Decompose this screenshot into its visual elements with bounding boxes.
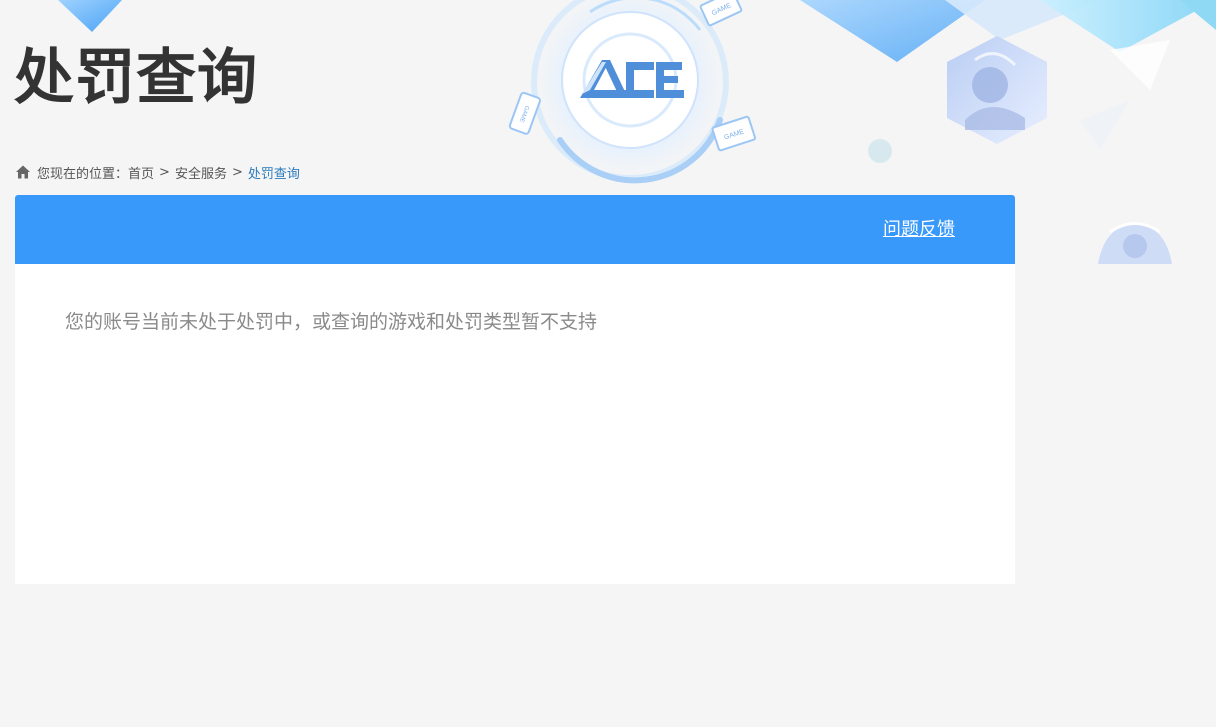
deco-game-card-3: GAME xyxy=(711,115,757,152)
result-panel: 问题反馈 您的账号当前未处于处罚中，或查询的游戏和处罚类型暂不支持 xyxy=(15,195,1015,584)
svg-text:GAME: GAME xyxy=(723,128,745,141)
status-message: 您的账号当前未处于处罚中，或查询的游戏和处罚类型暂不支持 xyxy=(65,311,598,333)
svg-text:GAME: GAME xyxy=(711,2,733,17)
deco-game-card-1: GAME xyxy=(699,0,743,27)
page-title: 处罚查询 xyxy=(14,43,258,113)
page: GAME GAME GAME 处罚查询 您现在的位置： 首页 > 安全服务 > … xyxy=(0,0,1216,727)
breadcrumb-current: 处罚查询 xyxy=(247,166,300,182)
panel-header: 问题反馈 xyxy=(15,195,1015,264)
deco-triangle-right-2 xyxy=(945,0,1100,40)
deco-hex-avatar xyxy=(947,36,1047,144)
breadcrumb-prefix: 您现在的位置： xyxy=(37,166,129,182)
panel-body: 您的账号当前未处于处罚中，或查询的游戏和处罚类型暂不支持 xyxy=(15,264,1015,335)
feedback-link[interactable]: 问题反馈 xyxy=(883,218,955,242)
ace-logo xyxy=(580,60,684,98)
breadcrumb-link-security-services[interactable]: 安全服务 xyxy=(175,163,227,182)
deco-triangle-right-1 xyxy=(800,0,985,62)
svg-text:GAME: GAME xyxy=(518,105,530,124)
breadcrumb-link-home[interactable]: 首页 xyxy=(128,163,154,182)
deco-avatar-2 xyxy=(1098,222,1172,264)
deco-triangle-right-3 xyxy=(1040,0,1216,52)
home-icon xyxy=(16,165,30,179)
deco-game-card-2: GAME xyxy=(508,91,541,135)
breadcrumb-separator: > xyxy=(231,164,243,180)
breadcrumb-separator: > xyxy=(159,164,170,180)
deco-triangle-left xyxy=(58,0,122,32)
deco-triangle-right-4 xyxy=(1180,0,1216,30)
breadcrumb: 您现在的位置： 首页 > 安全服务 > 处罚查询 xyxy=(15,162,300,182)
